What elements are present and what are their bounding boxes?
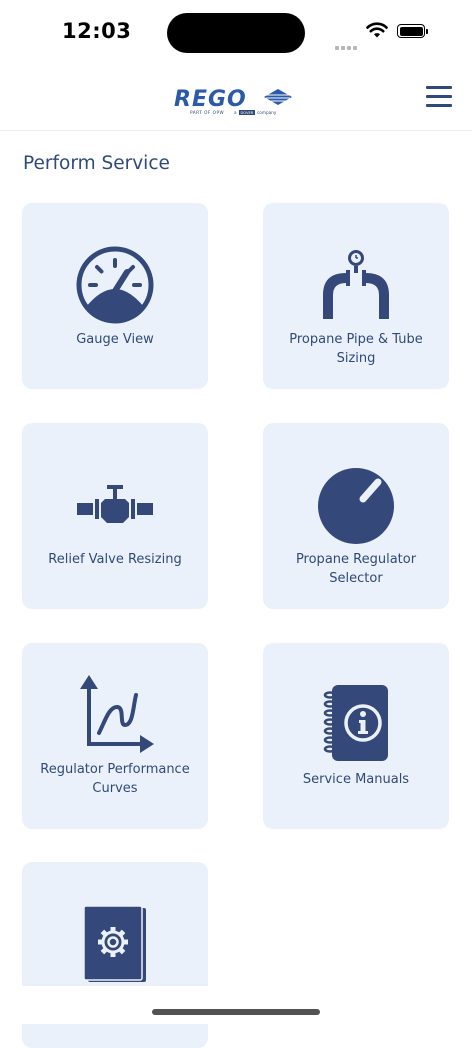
regulator-selector-tile[interactable]: Propane Regulator Selector: [263, 423, 449, 609]
svg-text:company: company: [257, 110, 277, 115]
app-header: REGO PART OF OPW a DOVER company: [0, 64, 472, 131]
menu-button[interactable]: [422, 86, 456, 112]
info-manual-icon: [323, 685, 388, 761]
tile-label: Propane Regulator Selector: [295, 552, 417, 586]
valve-icon: [77, 485, 153, 523]
rego-logo[interactable]: REGO PART OF OPW a DOVER company: [156, 68, 306, 128]
dynamic-island: [167, 13, 305, 53]
battery-icon: [397, 24, 428, 38]
gauge-view-tile[interactable]: Gauge View: [22, 203, 208, 389]
wifi-icon: [366, 22, 388, 38]
bottom-safe-area: [0, 986, 472, 1024]
tile-label: Propane Pipe & Tube Sizing: [289, 332, 423, 366]
svg-text:REGO: REGO: [174, 87, 247, 112]
pipe-icon: [323, 250, 389, 319]
settings-manual-icon: [83, 905, 146, 982]
tile-label: Service Manuals: [302, 772, 410, 787]
gauge-icon: [76, 246, 154, 324]
svg-text:PART OF OPW: PART OF OPW: [190, 110, 224, 115]
status-time: 12:03: [62, 19, 132, 43]
tile-label: Relief Valve Resizing: [48, 552, 182, 567]
page-title: Perform Service: [23, 153, 170, 174]
tile-label: Gauge View: [76, 332, 154, 347]
performance-curves-tile[interactable]: Regulator Performance Curves: [22, 643, 208, 829]
status-bar: 12:03: [0, 0, 472, 64]
pipe-tube-sizing-tile[interactable]: Propane Pipe & Tube Sizing: [263, 203, 449, 389]
home-indicator[interactable]: [152, 1009, 320, 1015]
relief-valve-resizing-tile[interactable]: Relief Valve Resizing: [22, 423, 208, 609]
svg-text:a: a: [234, 110, 237, 115]
cellular-signal-icon: [335, 35, 359, 50]
performance-curve-icon: [80, 675, 154, 753]
regulator-knob-icon: [318, 468, 394, 544]
menu-icon: [422, 86, 456, 107]
service-manuals-tile[interactable]: Service Manuals: [263, 643, 449, 829]
svg-text:DOVER: DOVER: [241, 111, 254, 115]
tile-label: Regulator Performance Curves: [40, 762, 190, 796]
